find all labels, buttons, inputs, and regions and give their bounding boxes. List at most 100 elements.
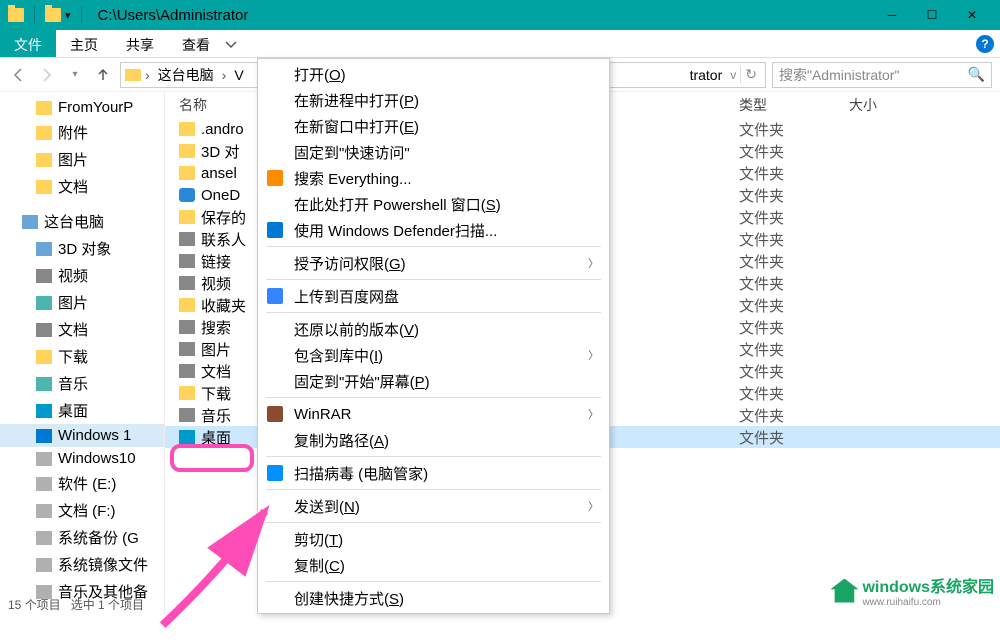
history-dropdown-icon[interactable]: ▾: [64, 64, 86, 86]
tab-file[interactable]: 文件: [0, 30, 56, 57]
sidebar-item[interactable]: 文档 (F:): [0, 497, 164, 524]
breadcrumb-drive[interactable]: V: [230, 67, 247, 83]
ribbon-expand-icon[interactable]: [224, 37, 238, 51]
menu-item[interactable]: 授予访问权限(G)〉: [258, 250, 609, 276]
file-name: 文档: [201, 361, 231, 382]
sidebar-item[interactable]: 文档: [0, 316, 164, 343]
sidebar-item-label: 视频: [58, 265, 88, 286]
chevron-right-icon: 〉: [588, 347, 599, 363]
col-type[interactable]: 类型: [739, 95, 849, 115]
sidebar-item[interactable]: 系统备份 (G: [0, 524, 164, 551]
folder-icon: [36, 153, 52, 167]
sidebar-item-label: 下载: [58, 346, 88, 367]
sidebar-item-label: 附件: [58, 122, 88, 143]
menu-item[interactable]: 还原以前的版本(V): [258, 316, 609, 342]
file-icon: [179, 276, 195, 290]
sidebar-item[interactable]: FromYourP: [0, 96, 164, 119]
item-icon: [36, 269, 52, 283]
context-menu: 打开(O)在新进程中打开(P) 在新窗口中打开(E) 固定到"快速访问" 搜索 Eve…: [257, 58, 610, 614]
forward-button[interactable]: [36, 64, 58, 86]
menu-item[interactable]: 打开(O): [258, 61, 609, 87]
up-button[interactable]: [92, 64, 114, 86]
sidebar-item[interactable]: 软件 (E:): [0, 470, 164, 497]
back-button[interactable]: [8, 64, 30, 86]
sidebar-item[interactable]: 音乐: [0, 370, 164, 397]
sidebar-item[interactable]: 文档: [0, 173, 164, 200]
menu-item[interactable]: 扫描病毒 (电脑管家): [258, 460, 609, 486]
menu-item[interactable]: 在新进程中打开(P): [258, 87, 609, 113]
sidebar-item[interactable]: 桌面: [0, 397, 164, 424]
menu-item-label: 扫描病毒 (电脑管家): [294, 463, 428, 484]
file-type: 文件夹: [739, 383, 849, 404]
status-count: 15 个项目: [8, 596, 61, 613]
breadcrumb-current[interactable]: trator: [686, 67, 727, 83]
sidebar-item[interactable]: 图片: [0, 289, 164, 316]
tab-share[interactable]: 共享: [112, 30, 168, 57]
refresh-icon[interactable]: ↻: [740, 66, 761, 83]
item-icon: [36, 558, 52, 572]
qq-icon: [266, 464, 284, 482]
sidebar-item[interactable]: 视频: [0, 262, 164, 289]
sidebar-item[interactable]: 系统镜像文件: [0, 551, 164, 578]
menu-item[interactable]: WinRAR〉: [258, 401, 609, 427]
menu-item[interactable]: 固定到"快速访问": [258, 139, 609, 165]
file-icon: [179, 298, 195, 312]
menu-item[interactable]: 在新窗口中打开(E): [258, 113, 609, 139]
close-button[interactable]: ✕: [952, 0, 992, 30]
file-type: 文件夹: [739, 141, 849, 162]
menu-item[interactable]: 固定到"开始"屏幕(P): [258, 368, 609, 394]
file-name: ansel: [201, 165, 237, 182]
menu-item-label: 固定到"快速访问": [294, 142, 410, 163]
menu-item[interactable]: 上传到百度网盘: [258, 283, 609, 309]
menu-item[interactable]: 复制(C): [258, 552, 609, 578]
pc-icon: [22, 215, 38, 229]
sidebar-item-pc[interactable]: 这台电脑: [0, 208, 164, 235]
menu-item[interactable]: 搜索 Everything...: [258, 165, 609, 191]
menu-item[interactable]: 使用 Windows Defender扫描...: [258, 217, 609, 243]
menu-item-label: 搜索 Everything...: [294, 168, 412, 189]
menu-item[interactable]: 在此处打开 Powershell 窗口(S): [258, 191, 609, 217]
sidebar-item[interactable]: 图片: [0, 146, 164, 173]
file-icon: [179, 386, 195, 400]
defender-icon: [266, 221, 284, 239]
search-input[interactable]: 搜索"Administrator" 🔍: [772, 62, 992, 88]
help-button[interactable]: ?: [976, 35, 994, 53]
menu-item[interactable]: 创建快捷方式(S): [258, 585, 609, 611]
window-title: C:\Users\Administrator: [98, 7, 872, 24]
tab-home[interactable]: 主页: [56, 30, 112, 57]
search-icon: [266, 169, 284, 187]
sidebar-item[interactable]: Windows 1: [0, 424, 164, 447]
menu-item[interactable]: 包含到库中(I)〉: [258, 342, 609, 368]
sidebar-item-label: 这台电脑: [44, 211, 104, 232]
file-name: OneD: [201, 187, 240, 204]
file-type: 文件夹: [739, 273, 849, 294]
folder-icon: [36, 101, 52, 115]
file-type: 文件夹: [739, 295, 849, 316]
sidebar-item[interactable]: Windows10: [0, 447, 164, 470]
winrar-icon: [266, 405, 284, 423]
col-size[interactable]: 大小: [849, 95, 949, 115]
file-name: 下载: [201, 383, 231, 404]
sidebar-item[interactable]: 附件: [0, 119, 164, 146]
tab-view[interactable]: 查看: [168, 30, 224, 57]
file-name: .andro: [201, 121, 244, 138]
maximize-button[interactable]: ☐: [912, 0, 952, 30]
menu-item-label: 在新窗口中打开(E): [294, 116, 419, 137]
sidebar-item-label: FromYourP: [58, 99, 133, 116]
sidebar-item[interactable]: 3D 对象: [0, 235, 164, 262]
menu-item-label: 打开(O): [294, 64, 346, 85]
file-name: 音乐: [201, 405, 231, 426]
menu-item[interactable]: 剪切(T): [258, 526, 609, 552]
minimize-button[interactable]: ─: [872, 0, 912, 30]
qat-dropdown-icon[interactable]: ▾: [65, 9, 71, 22]
item-icon: [36, 350, 52, 364]
file-type: 文件夹: [739, 119, 849, 140]
sidebar-item[interactable]: 下载: [0, 343, 164, 370]
file-icon: [179, 188, 195, 202]
menu-item-label: 还原以前的版本(V): [294, 319, 419, 340]
file-icon: [179, 430, 195, 444]
breadcrumb-pc[interactable]: 这台电脑: [154, 65, 218, 85]
menu-item[interactable]: 发送到(N)〉: [258, 493, 609, 519]
status-selected: 选中 1 个项目: [71, 596, 144, 613]
menu-item[interactable]: 复制为路径(A): [258, 427, 609, 453]
